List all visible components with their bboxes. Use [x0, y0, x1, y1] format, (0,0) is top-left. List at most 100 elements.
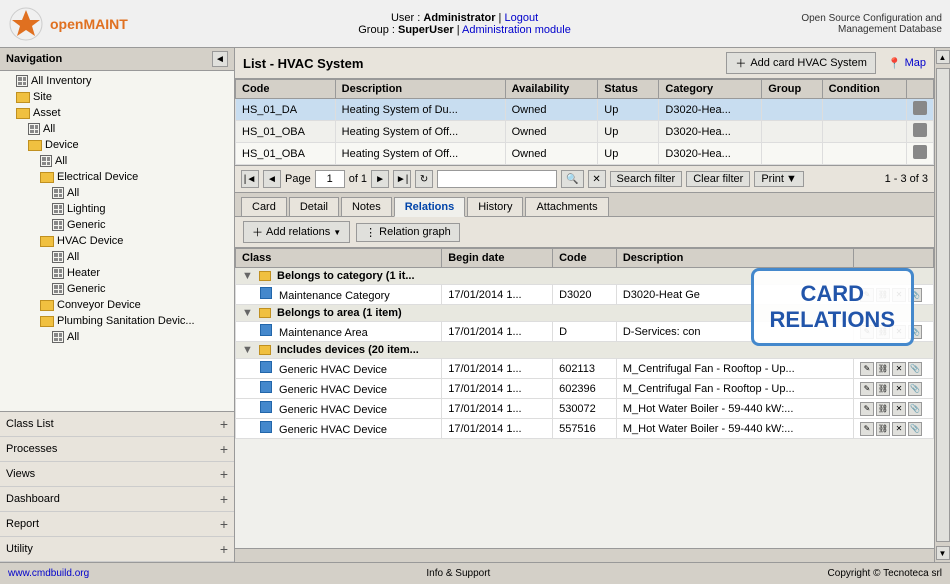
- tab-history[interactable]: History: [467, 197, 523, 216]
- page-number-input[interactable]: [315, 170, 345, 188]
- sidebar-item-plumbing-sanitation-devic---[interactable]: Plumbing Sanitation Devic...: [0, 313, 234, 329]
- attach-icon[interactable]: 📎: [908, 362, 922, 376]
- grid-icon: [28, 123, 40, 135]
- chevron-down-icon: ▼: [333, 228, 341, 237]
- first-page-btn[interactable]: |◄: [241, 170, 259, 188]
- sidebar-item-site[interactable]: Site: [0, 89, 234, 105]
- right-scroll-down-btn[interactable]: ▼: [936, 546, 950, 560]
- sidebar-item-all[interactable]: All: [0, 329, 234, 345]
- rel-group-header[interactable]: ▼ Belongs to category (1 it...: [236, 268, 934, 285]
- edit-icon[interactable]: ✎: [860, 288, 874, 302]
- bottom-scrollbar[interactable]: [235, 548, 934, 562]
- link-icon[interactable]: ⛓: [876, 422, 890, 436]
- admin-module-link[interactable]: Administration module: [462, 24, 571, 36]
- delete-icon[interactable]: ✕: [892, 325, 906, 339]
- sidebar-item-all-inventory[interactable]: All Inventory: [0, 73, 234, 89]
- print-btn[interactable]: Print ▼: [754, 171, 804, 187]
- app-info: Open Source Configuration and Management…: [801, 13, 942, 35]
- rel-group-header[interactable]: ▼ Belongs to area (1 item): [236, 305, 934, 322]
- edit-icon[interactable]: ✎: [860, 325, 874, 339]
- tab-detail[interactable]: Detail: [289, 197, 339, 216]
- relation-graph-btn[interactable]: ⋮ Relation graph: [356, 223, 460, 242]
- relation-row[interactable]: Generic HVAC Device 17/01/2014 1... 6021…: [236, 359, 934, 379]
- sidebar-section-dashboard[interactable]: Dashboard+: [0, 487, 234, 512]
- logout-link[interactable]: Logout: [504, 12, 538, 24]
- edit-icon[interactable]: ✎: [860, 422, 874, 436]
- map-btn[interactable]: 📍 Map: [888, 57, 926, 70]
- tab-notes[interactable]: Notes: [341, 197, 392, 216]
- attach-icon[interactable]: 📎: [908, 382, 922, 396]
- tab-attachments[interactable]: Attachments: [525, 197, 608, 216]
- link-icon[interactable]: ⛓: [876, 325, 890, 339]
- link-icon[interactable]: ⛓: [876, 402, 890, 416]
- relations-table: Class Begin date Code Description ▼ Belo…: [235, 248, 934, 439]
- sidebar-collapse-btn[interactable]: ◄: [212, 51, 228, 67]
- search-input[interactable]: [437, 170, 557, 188]
- delete-icon[interactable]: ✕: [892, 362, 906, 376]
- expand-icon: +: [220, 441, 228, 457]
- sidebar-tree: All InventorySiteAssetAllDeviceAllElectr…: [0, 71, 234, 411]
- table-row[interactable]: HS_01_OBA Heating System of Off... Owned…: [236, 121, 934, 143]
- tab-relations[interactable]: Relations: [394, 197, 466, 217]
- link-icon[interactable]: ⛓: [876, 382, 890, 396]
- sidebar-section-views[interactable]: Views+: [0, 462, 234, 487]
- delete-icon[interactable]: ✕: [892, 422, 906, 436]
- right-scroll-up-btn[interactable]: ▲: [936, 50, 950, 64]
- clear-filter-btn[interactable]: Clear filter: [686, 171, 750, 187]
- table-row[interactable]: HS_01_DA Heating System of Du... Owned U…: [236, 99, 934, 121]
- sidebar-item-lighting[interactable]: Lighting: [0, 201, 234, 217]
- add-card-btn[interactable]: ＋ Add card HVAC System: [726, 52, 876, 74]
- attach-icon[interactable]: 📎: [908, 325, 922, 339]
- grid-icon: [40, 155, 52, 167]
- rel-group-header[interactable]: ▼ Includes devices (20 item...: [236, 342, 934, 359]
- sidebar-item-device[interactable]: Device: [0, 137, 234, 153]
- attach-icon[interactable]: 📎: [908, 402, 922, 416]
- relation-row[interactable]: Maintenance Category 17/01/2014 1... D30…: [236, 285, 934, 305]
- add-relations-btn[interactable]: ＋ Add relations ▼: [243, 221, 350, 243]
- website-link[interactable]: www.cmdbuild.org: [8, 568, 89, 579]
- col-group: Group: [762, 80, 822, 99]
- relation-row[interactable]: Maintenance Area 17/01/2014 1... D D-Ser…: [236, 322, 934, 342]
- folder-icon: [259, 308, 271, 318]
- sidebar-item-generic[interactable]: Generic: [0, 281, 234, 297]
- search-clear-btn[interactable]: ✕: [588, 170, 606, 188]
- relation-row[interactable]: Generic HVAC Device 17/01/2014 1... 5300…: [236, 399, 934, 419]
- table-row[interactable]: HS_01_OBA Heating System of Off... Owned…: [236, 143, 934, 165]
- search-filter-btn[interactable]: Search filter: [610, 171, 683, 187]
- link-icon[interactable]: ⛓: [876, 362, 890, 376]
- attach-icon[interactable]: 📎: [908, 422, 922, 436]
- tab-card[interactable]: Card: [241, 197, 287, 216]
- edit-icon[interactable]: ✎: [860, 382, 874, 396]
- edit-icon[interactable]: ✎: [860, 362, 874, 376]
- delete-icon[interactable]: ✕: [892, 402, 906, 416]
- sidebar-section-utility[interactable]: Utility+: [0, 537, 234, 562]
- sidebar-item-heater[interactable]: Heater: [0, 265, 234, 281]
- sidebar-item-asset[interactable]: Asset: [0, 105, 234, 121]
- search-go-btn[interactable]: 🔍: [561, 170, 583, 188]
- delete-icon[interactable]: ✕: [892, 288, 906, 302]
- sidebar-item-all[interactable]: All: [0, 153, 234, 169]
- refresh-btn[interactable]: ↻: [415, 170, 433, 188]
- next-page-btn[interactable]: ►: [371, 170, 389, 188]
- link-icon[interactable]: ⛓: [876, 288, 890, 302]
- prev-page-btn[interactable]: ◄: [263, 170, 281, 188]
- sidebar-item-hvac-device[interactable]: HVAC Device: [0, 233, 234, 249]
- col-category: Category: [659, 80, 762, 99]
- last-page-btn[interactable]: ►|: [393, 170, 411, 188]
- relation-row[interactable]: Generic HVAC Device 17/01/2014 1... 5575…: [236, 419, 934, 439]
- sidebar-section-processes[interactable]: Processes+: [0, 437, 234, 462]
- sidebar-item-generic[interactable]: Generic: [0, 217, 234, 233]
- edit-icon[interactable]: ✎: [860, 402, 874, 416]
- delete-icon[interactable]: ✕: [892, 382, 906, 396]
- sidebar-item-all[interactable]: All: [0, 249, 234, 265]
- sidebar-item-conveyor-device[interactable]: Conveyor Device: [0, 297, 234, 313]
- sidebar-item-all[interactable]: All: [0, 121, 234, 137]
- attach-icon[interactable]: 📎: [908, 288, 922, 302]
- sidebar-item-all[interactable]: All: [0, 185, 234, 201]
- sidebar-item-electrical-device[interactable]: Electrical Device: [0, 169, 234, 185]
- sidebar-section-class-list[interactable]: Class List+: [0, 412, 234, 437]
- sidebar-section-report[interactable]: Report+: [0, 512, 234, 537]
- rel-type-icon: [260, 381, 272, 393]
- relation-row[interactable]: Generic HVAC Device 17/01/2014 1... 6023…: [236, 379, 934, 399]
- rel-col-class: Class: [236, 249, 442, 268]
